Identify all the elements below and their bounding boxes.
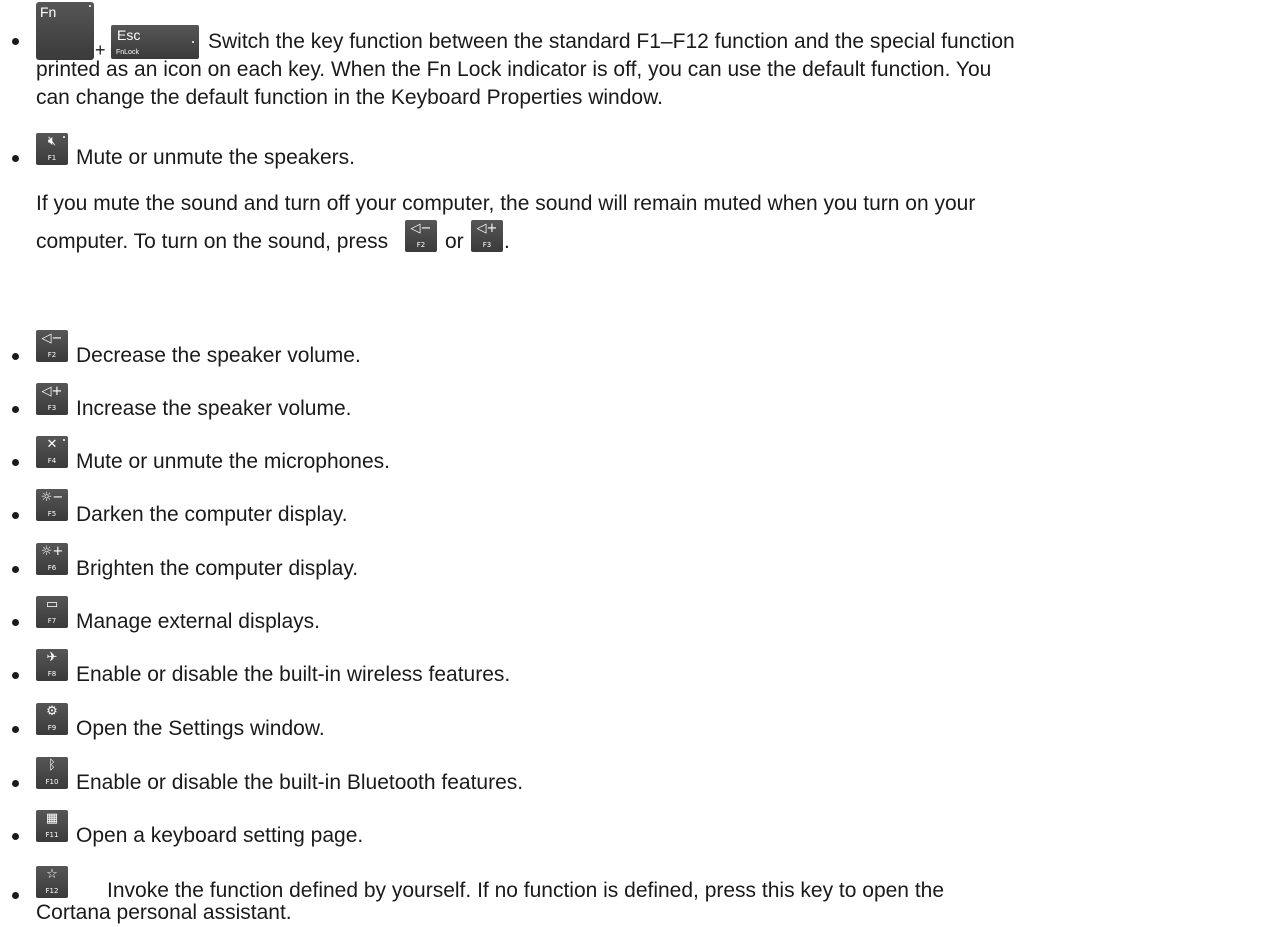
key-label: F2	[416, 241, 426, 249]
description-text: Darken the computer display.	[76, 503, 348, 526]
description-text: Enable or disable the built-in wireless …	[76, 663, 511, 686]
esc-fnlock-key-icon: Esc FnLock	[111, 25, 199, 59]
fn-key-label: Fn	[40, 4, 57, 20]
key-label: F5	[47, 510, 57, 518]
bullet	[12, 726, 19, 733]
key-glyph: ◁+	[41, 384, 63, 399]
description-text: Mute or unmute the microphones.	[76, 450, 390, 473]
star-key-icon: ☆ F12	[36, 866, 68, 898]
key-glyph: ☼−	[40, 490, 64, 505]
bluetooth-icon: ᛒ F10	[36, 757, 68, 789]
description-text: Enable or disable the built-in Bluetooth…	[76, 771, 524, 794]
volume-up-key-icon: ◁+ F3	[471, 220, 503, 252]
key-label: F8	[47, 670, 57, 678]
key-glyph: ◁−	[41, 331, 63, 346]
description-line: printed as an icon on each key. When the…	[36, 58, 992, 81]
key-glyph: ᛒ	[48, 758, 56, 773]
bullet	[12, 619, 19, 626]
volume-up-icon: ◁+ F3	[36, 383, 68, 415]
description-line: can change the default function in the K…	[36, 86, 663, 109]
speaker-mute-key-icon: 🔇︎ F1	[36, 133, 68, 165]
note-period: .	[504, 230, 510, 253]
indicator-dot	[63, 439, 65, 441]
indicator-dot	[192, 41, 194, 43]
key-glyph: ◁+	[476, 221, 498, 236]
key-glyph: ▭	[45, 597, 59, 612]
key-label: F3	[47, 404, 57, 412]
key-label: F6	[47, 564, 57, 572]
bullet	[12, 459, 19, 466]
key-label: F11	[45, 831, 59, 839]
brightness-down-icon: ☼− F5	[36, 489, 68, 521]
key-label: F4	[47, 457, 57, 465]
key-label: F7	[47, 617, 57, 625]
key-label: F9	[47, 724, 57, 732]
description-line: Cortana personal assistant.	[36, 901, 292, 924]
bullet	[12, 892, 19, 899]
bullet	[12, 406, 19, 413]
esc-key-label: Esc	[117, 27, 141, 43]
bullet	[12, 833, 19, 840]
keyboard-icon: ▦ F11	[36, 810, 68, 842]
bullet	[12, 512, 19, 519]
key-label: F2	[47, 351, 57, 359]
key-glyph: ☆	[46, 867, 58, 882]
description-text: Open a keyboard setting page.	[76, 824, 364, 847]
key-glyph: ⚙	[46, 704, 58, 719]
bullet	[12, 38, 19, 45]
settings-gear-icon: ⚙ F9	[36, 703, 68, 735]
brightness-up-icon: ☼+ F6	[36, 543, 68, 575]
key-label: F12	[45, 887, 59, 895]
key-glyph: ☼+	[40, 544, 64, 559]
bullet	[12, 155, 19, 162]
note-line: If you mute the sound and turn off your …	[36, 192, 976, 215]
function-key-document: Fn + Esc FnLock Switch the key function …	[0, 0, 1278, 926]
description-line: Switch the key function between the stan…	[208, 30, 1015, 53]
description-text: Open the Settings window.	[76, 717, 325, 740]
bullet	[12, 780, 19, 787]
description-text: Brighten the computer display.	[76, 557, 359, 580]
description-text: Mute or unmute the speakers.	[76, 146, 355, 169]
key-glyph: ✈	[46, 650, 58, 665]
description-text: Manage external displays.	[76, 610, 320, 633]
description-text: Decrease the speaker volume.	[76, 344, 361, 367]
bullet	[12, 353, 19, 360]
volume-down-icon: ◁− F2	[36, 330, 68, 362]
external-display-icon: ▭ F7	[36, 596, 68, 628]
wireless-off-icon: ✈ F8	[36, 649, 68, 681]
indicator-dot	[63, 136, 65, 138]
volume-down-key-icon: ◁− F2	[405, 220, 437, 252]
fn-key-icon: Fn	[36, 2, 94, 60]
key-label: F10	[45, 778, 59, 786]
description-text: Increase the speaker volume.	[76, 397, 352, 420]
key-glyph: ◁−	[410, 221, 432, 236]
bullet	[12, 566, 19, 573]
mic-mute-icon: ✕ F4	[36, 436, 68, 468]
bullet	[12, 672, 19, 679]
key-label: F1	[47, 154, 57, 162]
key-glyph: ▦	[45, 811, 59, 826]
note-line: computer. To turn on the sound, press	[36, 230, 389, 253]
indicator-dot	[89, 5, 91, 7]
note-or: or	[445, 230, 464, 253]
key-label: F3	[482, 241, 492, 249]
